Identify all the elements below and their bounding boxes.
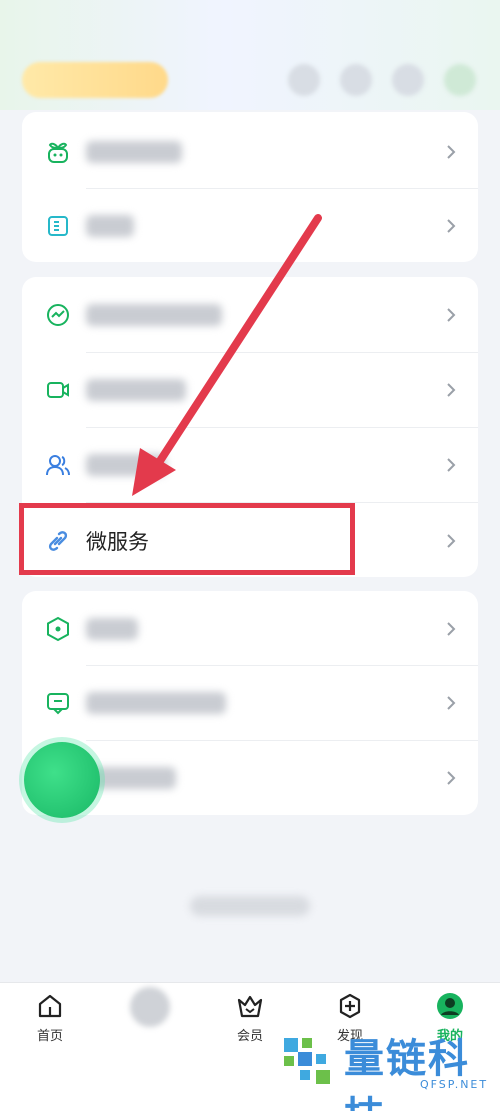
tab-center-blurred[interactable] <box>130 987 170 1027</box>
menu-item-blurred[interactable] <box>22 591 478 666</box>
watermark-subtext: QFSP.NET <box>420 1078 489 1091</box>
chevron-right-icon <box>444 619 458 639</box>
menu-item-label-blurred <box>86 691 226 714</box>
menu-item-blurred[interactable] <box>22 665 478 740</box>
floating-assistant-button[interactable] <box>24 742 100 818</box>
vip-crown-icon <box>235 991 265 1021</box>
tab-vip[interactable]: 会员 <box>215 991 285 1055</box>
chevron-right-icon <box>444 693 458 713</box>
message-feedback-icon <box>44 689 72 717</box>
watermark-text: 量链科技 <box>344 1036 470 1111</box>
home-icon <box>35 991 65 1021</box>
menu-item-label-blurred <box>86 617 138 640</box>
tab-home[interactable]: 首页 <box>15 991 85 1055</box>
footer-text-blurred <box>190 896 310 916</box>
chevron-right-icon <box>444 768 458 788</box>
profile-avatar-icon <box>435 991 465 1021</box>
discover-plus-icon <box>335 991 365 1021</box>
tab-label: 首页 <box>36 1029 63 1044</box>
watermark-logo-icon <box>284 1038 330 1084</box>
tab-label: 会员 <box>236 1029 263 1044</box>
watermark: 量链科技 QFSP.NET <box>280 1022 500 1111</box>
hexagon-settings-icon <box>44 615 72 643</box>
annotation-arrow-icon <box>132 214 322 496</box>
